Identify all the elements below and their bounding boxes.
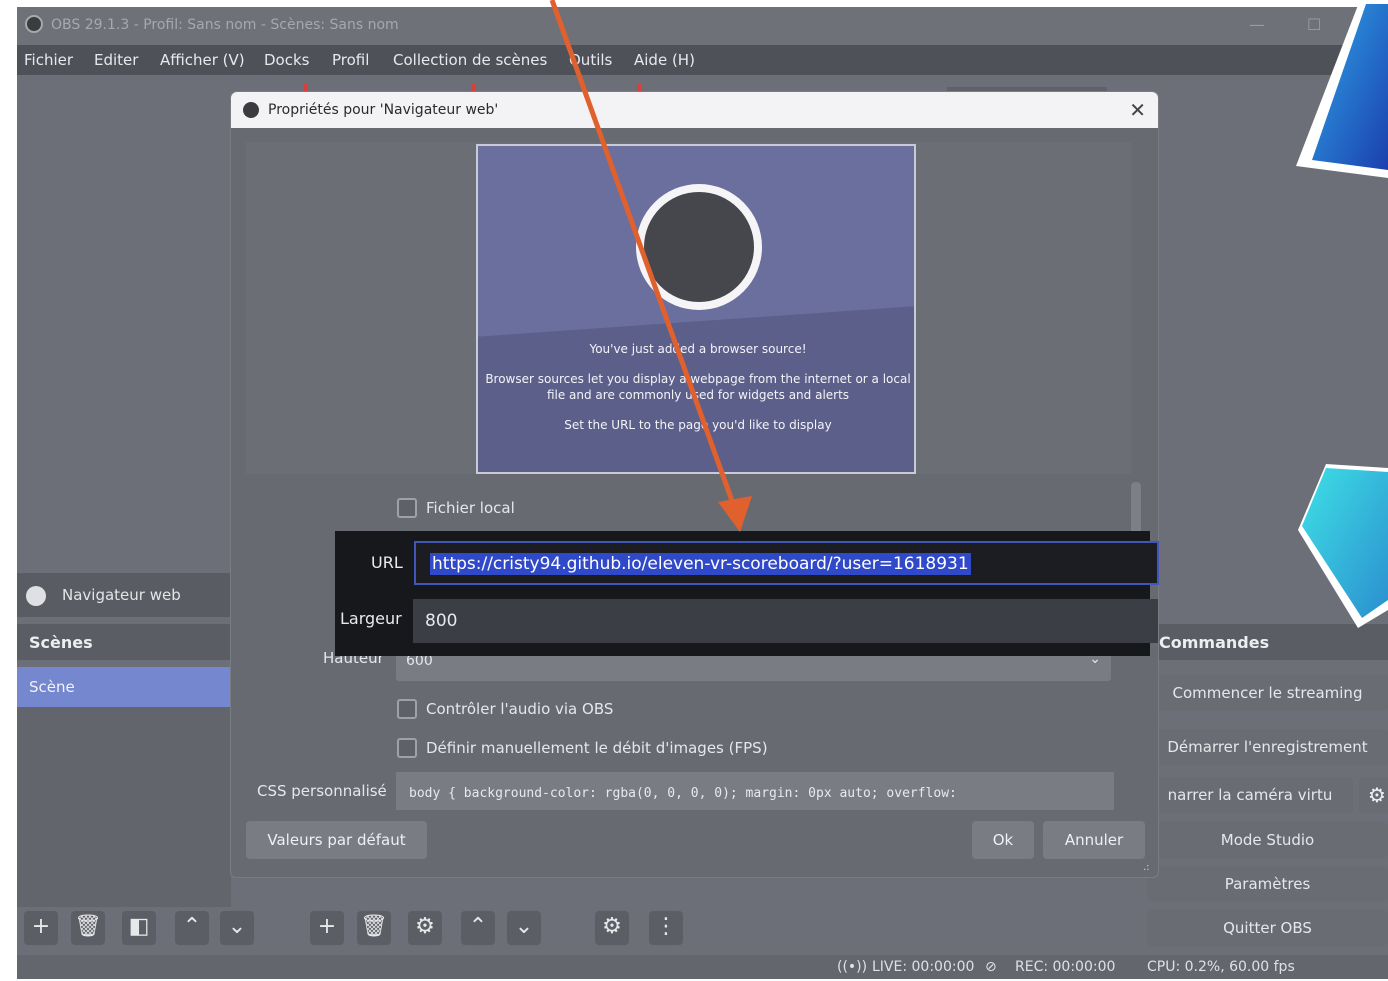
menu-collection[interactable]: Collection de scènes xyxy=(393,51,547,69)
mixer-settings-icon[interactable]: ⚙ xyxy=(595,911,629,945)
menu-bar: Fichier Editer Afficher (V) Docks Profil… xyxy=(17,45,1388,75)
resize-grip-icon[interactable]: .: xyxy=(1143,862,1150,873)
local-file-label: Fichier local xyxy=(426,499,515,517)
audio-checkbox[interactable] xyxy=(397,699,417,719)
red-marker xyxy=(471,83,475,91)
dialog-title-bar: Propriétés pour 'Navigateur web' ✕ xyxy=(231,92,1158,128)
source-name[interactable]: Navigateur web xyxy=(62,586,181,604)
css-field[interactable]: body { background-color: rgba(0, 0, 0, 0… xyxy=(396,772,1114,810)
audio-label: Contrôler l'audio via OBS xyxy=(426,700,614,718)
menu-afficher[interactable]: Afficher (V) xyxy=(160,51,245,69)
zoomed-url-overlay: URL https://cristy94.github.io/eleven-vr… xyxy=(335,531,1159,656)
commands-title: Commandes xyxy=(1159,633,1270,652)
obs-logo-icon xyxy=(636,184,762,310)
close-icon[interactable]: ✕ xyxy=(1129,98,1146,122)
properties-dialog: Propriétés pour 'Navigateur web' ✕ You'v… xyxy=(230,91,1159,878)
move-down-icon[interactable]: ⌄ xyxy=(220,911,254,945)
add-scene-icon[interactable]: + xyxy=(24,911,58,945)
css-value: body { background-color: rgba(0, 0, 0, 0… xyxy=(409,786,957,801)
add-source-icon[interactable]: + xyxy=(310,911,344,945)
scene-label: Scène xyxy=(29,678,75,696)
filter-icon[interactable]: ◧ xyxy=(122,911,156,945)
source-settings-icon[interactable]: ⚙ xyxy=(408,911,442,945)
menu-outils[interactable]: Outils xyxy=(569,51,612,69)
status-bar: ((•)) LIVE: 00:00:00 ⊘ REC: 00:00:00 CPU… xyxy=(17,955,1388,979)
move-down-icon[interactable]: ⌄ xyxy=(507,911,541,945)
move-up-icon[interactable]: ⌃ xyxy=(175,911,209,945)
more-options-icon[interactable]: ⋮ xyxy=(649,911,683,945)
url-input[interactable]: https://cristy94.github.io/eleven-vr-sco… xyxy=(414,541,1159,585)
dialog-title: Propriétés pour 'Navigateur web' xyxy=(268,102,499,118)
menu-editer[interactable]: Editer xyxy=(94,51,138,69)
source-bar: Navigateur web xyxy=(17,573,247,617)
obs-logo-icon xyxy=(25,15,43,33)
minimize-icon[interactable]: — xyxy=(1249,15,1265,34)
ok-button[interactable]: Ok xyxy=(972,821,1034,859)
start-recording-button[interactable]: Démarrer l'enregistrement xyxy=(1147,729,1388,765)
width-field[interactable]: 800 xyxy=(413,599,1158,643)
css-label: CSS personnalisé xyxy=(257,782,387,800)
live-icon: ((•)) xyxy=(837,959,868,975)
fps-label: Définir manuellement le débit d'images (… xyxy=(426,739,768,757)
url-label: URL xyxy=(371,553,403,572)
title-bar: OBS 29.1.3 - Profil: Sans nom - Scènes: … xyxy=(17,7,1388,45)
studio-mode-button[interactable]: Mode Studio xyxy=(1147,822,1388,858)
rec-time: REC: 00:00:00 xyxy=(1015,959,1116,975)
maximize-icon[interactable]: ☐ xyxy=(1307,15,1321,34)
obs-logo-icon xyxy=(243,102,259,118)
live-time: LIVE: 00:00:00 xyxy=(872,959,975,975)
menu-docks[interactable]: Docks xyxy=(264,51,309,69)
menu-fichier[interactable]: Fichier xyxy=(24,51,73,69)
fps-checkbox[interactable] xyxy=(397,738,417,758)
browser-source-preview: You've just added a browser source! Brow… xyxy=(476,144,916,474)
move-up-icon[interactable]: ⌃ xyxy=(461,911,495,945)
menu-profil[interactable]: Profil xyxy=(332,51,369,69)
quit-obs-button[interactable]: Quitter OBS xyxy=(1147,910,1388,946)
globe-icon xyxy=(26,586,46,606)
defaults-button[interactable]: Valeurs par défaut xyxy=(246,821,427,859)
preview-line: file and are commonly used for widgets a… xyxy=(546,388,850,402)
menu-aide[interactable]: Aide (H) xyxy=(634,51,695,69)
red-marker xyxy=(637,83,641,91)
scenes-title: Scènes xyxy=(29,633,93,652)
url-value: https://cristy94.github.io/eleven-vr-sco… xyxy=(430,553,971,575)
preview-line: Set the URL to the page you'd like to di… xyxy=(564,418,832,432)
preview-line: Browser sources let you display a webpag… xyxy=(485,372,911,386)
preview-line: You've just added a browser source! xyxy=(589,342,807,356)
trash-icon[interactable]: 🗑 xyxy=(357,911,391,945)
scenes-header: Scènes xyxy=(17,624,231,660)
virtual-camera-button[interactable]: narrer la caméra virtu xyxy=(1147,777,1353,813)
rec-icon: ⊘ xyxy=(985,959,997,975)
width-value: 800 xyxy=(425,611,458,631)
start-streaming-button[interactable]: Commencer le streaming xyxy=(1147,675,1388,711)
cpu-usage: CPU: 0.2%, 60.00 fps xyxy=(1147,959,1295,975)
scene-item[interactable]: Scène xyxy=(17,667,231,707)
commands-header: Commandes xyxy=(1147,624,1388,660)
gear-icon[interactable]: ⚙ xyxy=(1359,777,1388,813)
window-title: OBS 29.1.3 - Profil: Sans nom - Scènes: … xyxy=(51,17,399,33)
trash-icon[interactable]: 🗑 xyxy=(71,911,105,945)
local-file-checkbox[interactable] xyxy=(397,498,417,518)
red-marker xyxy=(304,83,308,91)
width-label: Largeur xyxy=(340,609,402,628)
cancel-button[interactable]: Annuler xyxy=(1043,821,1145,859)
settings-button[interactable]: Paramètres xyxy=(1147,866,1388,902)
